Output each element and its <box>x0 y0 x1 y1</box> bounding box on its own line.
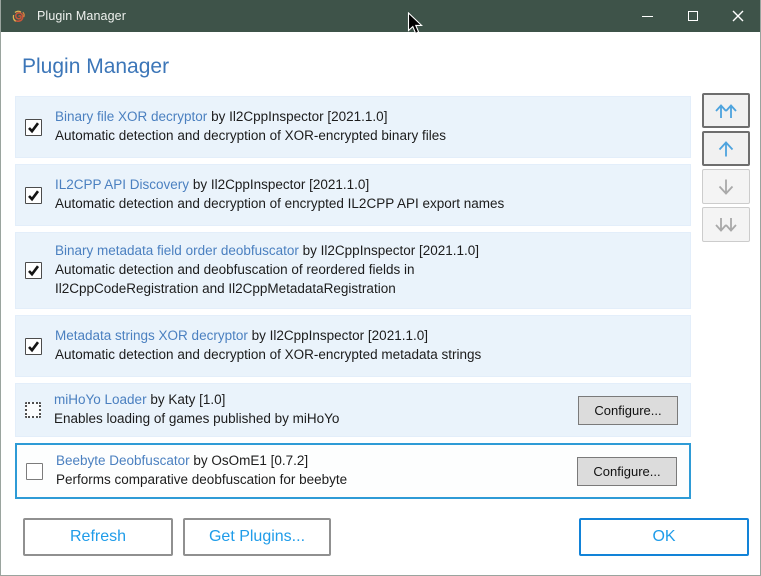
window-title: Plugin Manager <box>37 9 126 23</box>
plugin-description: Automatic detection and deobfuscation of… <box>55 262 415 296</box>
plugin-description: Automatic detection and decryption of en… <box>55 196 505 211</box>
maximize-icon <box>687 11 698 21</box>
double-up-arrow-icon <box>715 103 737 118</box>
plugin-byline: by Il2CppInspector [2021.1.0] <box>302 243 480 259</box>
close-button[interactable] <box>715 0 760 32</box>
plugin-enabled-checkbox[interactable] <box>25 118 42 136</box>
get-plugins-button[interactable]: Get Plugins... <box>183 518 331 556</box>
plugin-enabled-checkbox[interactable] <box>26 462 43 480</box>
plugin-name-link[interactable]: miHoYo Loader <box>54 392 147 407</box>
plugin-manager-window: Plugin Manager Plugin Manager Binary fil… <box>0 0 761 576</box>
plugin-row-metadata-strings-xor-decryptor[interactable]: Metadata strings XOR decryptor by Il2Cpp… <box>15 315 691 377</box>
plugin-description: Automatic detection and decryption of XO… <box>55 128 446 143</box>
maximize-button[interactable] <box>670 0 715 32</box>
plugin-row-mihoyo-loader[interactable]: miHoYo Loader by Katy [1.0] Enables load… <box>15 383 691 437</box>
plugin-description: Enables loading of games published by mi… <box>54 411 340 426</box>
plugin-enabled-checkbox[interactable] <box>25 186 42 204</box>
ok-button[interactable]: OK <box>579 518 749 556</box>
window-controls <box>625 0 760 32</box>
plugin-row-il2cpp-api-discovery[interactable]: IL2CPP API Discovery by Il2CppInspector … <box>15 164 691 226</box>
plugin-enabled-checkbox[interactable] <box>25 262 42 279</box>
move-to-bottom-button[interactable] <box>702 207 750 242</box>
plugin-name-link[interactable]: IL2CPP API Discovery <box>55 177 189 192</box>
plugin-byline: by Katy [1.0] <box>150 392 226 408</box>
plugin-name-link[interactable]: Binary file XOR decryptor <box>55 109 207 124</box>
down-arrow-icon <box>718 179 734 195</box>
plugin-description: Performs comparative deobfuscation for b… <box>56 472 348 487</box>
configure-button[interactable]: Configure... <box>577 456 677 486</box>
minimize-button[interactable] <box>625 0 670 32</box>
plugin-name-link[interactable]: Metadata strings XOR decryptor <box>55 328 248 343</box>
plugin-byline: by Il2CppInspector [2021.1.0] <box>211 109 388 125</box>
check-icon <box>28 121 40 133</box>
titlebar[interactable]: Plugin Manager <box>1 0 760 32</box>
check-icon <box>28 265 40 277</box>
check-icon <box>28 340 40 352</box>
move-up-button[interactable] <box>702 131 750 166</box>
move-down-button[interactable] <box>702 169 750 204</box>
up-arrow-icon <box>718 140 734 156</box>
plugin-byline: by Il2CppInspector [2021.1.0] <box>192 177 370 193</box>
plugin-enabled-checkbox[interactable] <box>25 337 42 355</box>
plugin-list: Binary file XOR decryptor by Il2CppInspe… <box>15 96 691 499</box>
check-icon <box>28 189 40 201</box>
configure-button[interactable]: Configure... <box>578 395 678 425</box>
plugin-row-binary-file-xor-decryptor[interactable]: Binary file XOR decryptor by Il2CppInspe… <box>15 96 691 158</box>
plugin-description: Automatic detection and decryption of XO… <box>55 347 482 362</box>
plugin-row-binary-metadata-field-order-deobfuscator[interactable]: Binary metadata field order deobfuscator… <box>15 232 691 309</box>
minimize-icon <box>642 15 653 17</box>
double-down-arrow-icon <box>715 217 737 232</box>
plugin-byline: by Il2CppInspector [2021.1.0] <box>251 328 428 344</box>
app-rose-icon <box>12 10 25 22</box>
plugin-row-beebyte-deobfuscator[interactable]: Beebyte Deobfuscator by OsOmE1 [0.7.2] P… <box>15 443 691 499</box>
plugin-byline: by OsOmE1 [0.7.2] <box>193 453 309 469</box>
plugin-enabled-checkbox[interactable] <box>25 402 41 418</box>
plugin-name-link[interactable]: Beebyte Deobfuscator <box>56 453 190 468</box>
move-to-top-button[interactable] <box>702 93 750 128</box>
plugin-name-link[interactable]: Binary metadata field order deobfuscator <box>55 243 299 258</box>
page-title: Plugin Manager <box>22 55 170 78</box>
close-icon <box>732 10 743 22</box>
refresh-button[interactable]: Refresh <box>23 518 173 556</box>
